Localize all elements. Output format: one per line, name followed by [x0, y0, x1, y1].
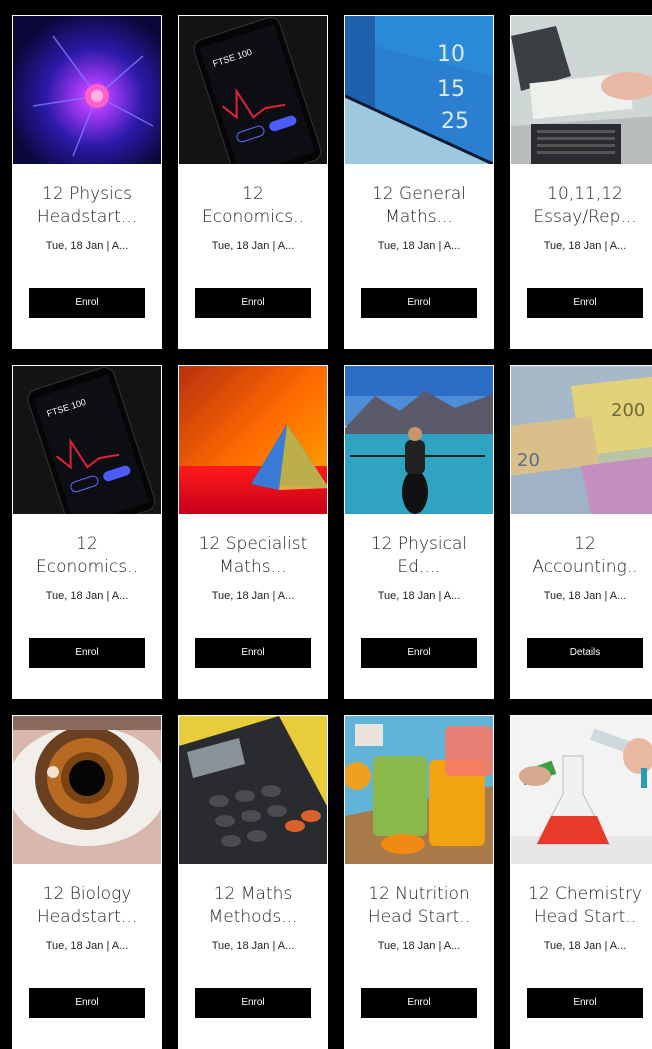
- course-title[interactable]: 12 Nutrition Head Start..: [352, 883, 486, 929]
- course-title[interactable]: 12 Economics..: [186, 183, 320, 229]
- enrol-button[interactable]: Enrol: [527, 988, 643, 1018]
- course-date: Tue, 18 Jan | A...: [543, 590, 627, 602]
- course-card[interactable]: FTSE 100 12 Economics.. Tue, 18 Jan | A..…: [178, 15, 328, 349]
- course-image-handwritten-numbers[interactable]: 10 15 25: [345, 16, 493, 164]
- course-date: Tue, 18 Jan | A...: [211, 590, 295, 602]
- course-grid: 12 Physics Headstart... Tue, 18 Jan | A..…: [0, 0, 652, 1049]
- enrol-button[interactable]: Enrol: [527, 288, 643, 318]
- enrol-button[interactable]: Enrol: [361, 288, 477, 318]
- course-title[interactable]: 12 Maths Methods...: [186, 883, 320, 929]
- svg-text:20: 20: [517, 450, 540, 471]
- svg-text:10: 10: [437, 42, 465, 67]
- course-card[interactable]: 12 Chemistry Head Start.. Tue, 18 Jan | A…: [510, 715, 652, 1049]
- course-card[interactable]: FTSE 100 12 Economics.. Tue, 18 Jan | A..…: [12, 365, 162, 699]
- svg-text:15: 15: [437, 77, 465, 102]
- course-title[interactable]: 12 Accounting..: [518, 533, 652, 579]
- svg-text:25: 25: [441, 109, 469, 134]
- course-card[interactable]: 12 Specialist Maths... Tue, 18 Jan | A...…: [178, 365, 328, 699]
- course-date: Tue, 18 Jan | A...: [377, 240, 461, 252]
- course-title[interactable]: 12 Specialist Maths...: [186, 533, 320, 579]
- course-date: Tue, 18 Jan | A...: [45, 240, 129, 252]
- course-title[interactable]: 12 Physics Headstart...: [20, 183, 154, 229]
- course-date: Tue, 18 Jan | A...: [45, 590, 129, 602]
- course-image-eye-closeup[interactable]: [13, 716, 161, 864]
- course-title[interactable]: 12 Biology Headstart...: [20, 883, 154, 929]
- course-image-laptop-writing[interactable]: [511, 16, 652, 164]
- course-title[interactable]: 12 Economics..: [20, 533, 154, 579]
- course-image-juice-glasses[interactable]: [345, 716, 493, 864]
- course-title[interactable]: 12 Chemistry Head Start..: [518, 883, 652, 929]
- course-card[interactable]: 200 20 12 Accounting.. Tue, 18 Jan | A... …: [510, 365, 652, 699]
- svg-text:200: 200: [611, 400, 645, 421]
- enrol-button[interactable]: Enrol: [195, 288, 311, 318]
- enrol-button[interactable]: Enrol: [195, 988, 311, 1018]
- course-date: Tue, 18 Jan | A...: [45, 940, 129, 952]
- course-image-prism[interactable]: [179, 366, 327, 514]
- course-date: Tue, 18 Jan | A...: [377, 590, 461, 602]
- enrol-button[interactable]: Enrol: [29, 638, 145, 668]
- course-card[interactable]: 12 Maths Methods... Tue, 18 Jan | A... En…: [178, 715, 328, 1049]
- course-card[interactable]: 10 15 25 12 General Maths... Tue, 18 Jan | …: [344, 15, 494, 349]
- enrol-button[interactable]: Enrol: [361, 638, 477, 668]
- course-image-plasma-ball[interactable]: [13, 16, 161, 164]
- course-card[interactable]: 10,11,12 Essay/Rep... Tue, 18 Jan | A... …: [510, 15, 652, 349]
- course-title[interactable]: 12 Physical Ed....: [352, 533, 486, 579]
- course-date: Tue, 18 Jan | A...: [543, 940, 627, 952]
- course-date: Tue, 18 Jan | A...: [211, 940, 295, 952]
- course-title[interactable]: 10,11,12 Essay/Rep...: [518, 183, 652, 229]
- enrol-button[interactable]: Enrol: [195, 638, 311, 668]
- course-image-phone-stock-app[interactable]: FTSE 100: [179, 16, 327, 164]
- enrol-button[interactable]: Enrol: [29, 288, 145, 318]
- course-card[interactable]: 12 Nutrition Head Start.. Tue, 18 Jan | A…: [344, 715, 494, 1049]
- course-date: Tue, 18 Jan | A...: [377, 940, 461, 952]
- course-card[interactable]: 12 Biology Headstart... Tue, 18 Jan | A..…: [12, 715, 162, 1049]
- course-date: Tue, 18 Jan | A...: [211, 240, 295, 252]
- details-button[interactable]: Details: [527, 638, 643, 668]
- course-image-kayak-lake[interactable]: [345, 366, 493, 514]
- enrol-button[interactable]: Enrol: [29, 988, 145, 1018]
- course-image-phone-stock-app[interactable]: FTSE 100: [13, 366, 161, 514]
- course-card[interactable]: 12 Physics Headstart... Tue, 18 Jan | A..…: [12, 15, 162, 349]
- course-image-euro-banknotes[interactable]: 200 20: [511, 366, 652, 514]
- course-card[interactable]: 12 Physical Ed.... Tue, 18 Jan | A... Enr…: [344, 365, 494, 699]
- enrol-button[interactable]: Enrol: [361, 988, 477, 1018]
- course-title[interactable]: 12 General Maths...: [352, 183, 486, 229]
- course-image-calculator[interactable]: [179, 716, 327, 864]
- course-date: Tue, 18 Jan | A...: [543, 240, 627, 252]
- course-image-chemistry-flask[interactable]: [511, 716, 652, 864]
